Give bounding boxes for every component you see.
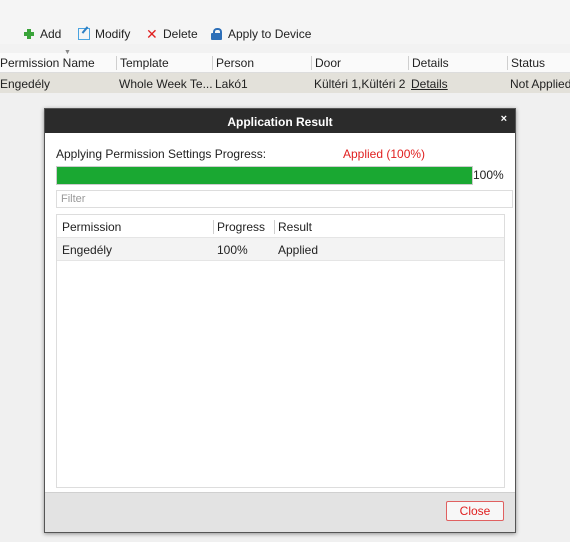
close-icon[interactable]: ×: [501, 113, 507, 125]
dialog-title-bar: Application Result ×: [45, 109, 515, 133]
result-table: Permission Progress Result Engedély 100%…: [56, 214, 505, 488]
add-button-label: Add: [40, 27, 62, 41]
col-door[interactable]: Door: [311, 56, 341, 70]
apply-button-label: Apply to Device: [228, 27, 312, 41]
result-table-header: Permission Progress Result: [57, 215, 504, 238]
lock-icon: [211, 28, 223, 40]
cell-template: Whole Week Te...: [119, 77, 213, 91]
cell-permission: Engedély: [62, 243, 113, 257]
col-person[interactable]: Person: [212, 56, 254, 70]
plus-icon: [23, 28, 35, 40]
cell-person: Lakó1: [215, 77, 248, 91]
col-permission-name[interactable]: Permission Name: [0, 56, 95, 70]
progress-label: Applying Permission Settings Progress:: [56, 147, 267, 161]
progress-bar-fill: [57, 167, 472, 184]
delete-x-icon: ✕: [146, 26, 158, 42]
col-permission[interactable]: Permission: [62, 220, 121, 234]
progress-percent: 100%: [473, 168, 504, 182]
col-template[interactable]: Template: [116, 56, 169, 70]
cell-status: Not Applied: [510, 77, 570, 91]
modify-button-label: Modify: [95, 27, 131, 41]
dialog-title: Application Result: [227, 115, 333, 129]
add-button[interactable]: Add: [23, 26, 61, 42]
delete-button[interactable]: ✕ Delete: [146, 26, 198, 42]
apply-to-device-button[interactable]: Apply to Device: [211, 26, 311, 42]
delete-button-label: Delete: [163, 27, 198, 41]
col-result[interactable]: Result: [274, 220, 312, 234]
col-details[interactable]: Details: [408, 56, 449, 70]
col-status[interactable]: Status: [507, 56, 545, 70]
col-progress[interactable]: Progress: [213, 220, 265, 234]
cell-door: Kültéri 1,Kültéri 2: [314, 77, 406, 91]
progress-bar: [56, 166, 473, 185]
toolbar: Add Modify ✕ Delete Apply to Device: [0, 0, 570, 44]
table-row[interactable]: Engedély 100% Applied: [57, 238, 504, 261]
dialog-footer: Close: [45, 492, 515, 532]
edit-icon: [78, 28, 90, 40]
sort-indicator-icon[interactable]: ▼: [64, 49, 71, 56]
cell-progress: 100%: [217, 243, 248, 257]
filter-input[interactable]: [56, 190, 513, 208]
modify-button[interactable]: Modify: [78, 26, 130, 42]
application-result-dialog: Application Result × Applying Permission…: [44, 108, 516, 533]
cell-result: Applied: [278, 243, 319, 257]
close-button[interactable]: Close: [446, 501, 504, 521]
table-header: ▼ Permission Name Template Person Door D…: [0, 49, 570, 73]
progress-status: Applied (100%): [343, 147, 426, 161]
details-link[interactable]: Details: [411, 77, 448, 91]
table-row[interactable]: Engedély Whole Week Te... Lakó1 Kültéri …: [0, 73, 570, 93]
cell-permission-name: Engedély: [0, 77, 51, 91]
